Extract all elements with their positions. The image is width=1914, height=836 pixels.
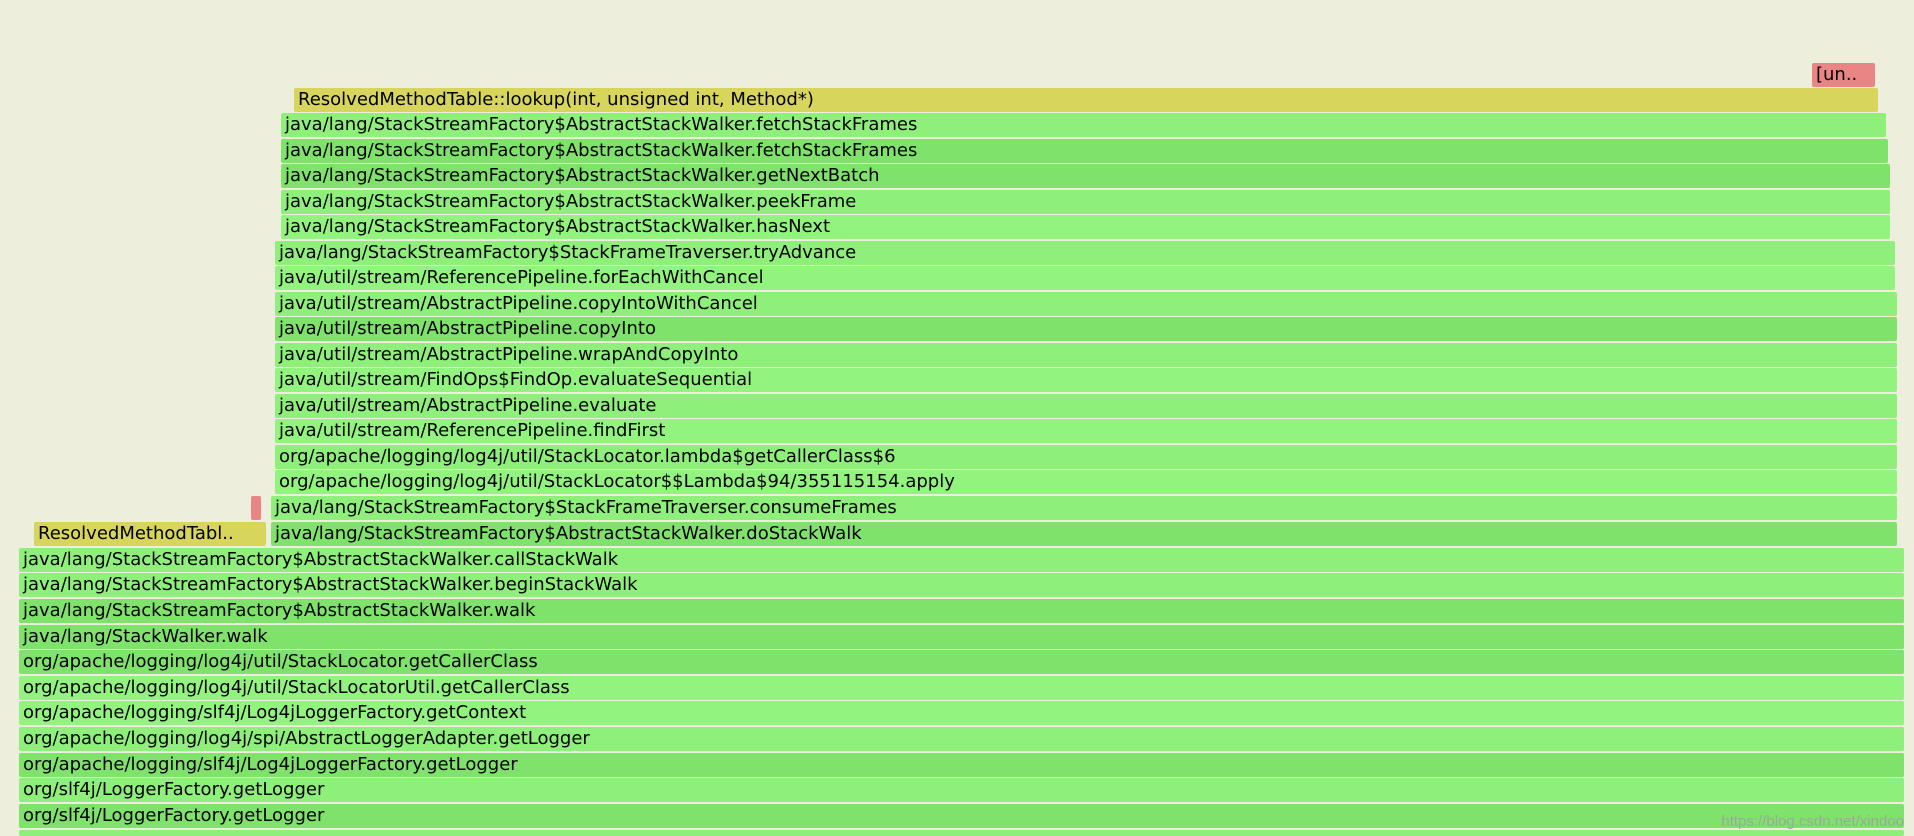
flame-frame[interactable]: org/slf4j/LoggerFactory.getLogger <box>19 778 1904 802</box>
flame-frame[interactable]: java/util/stream/ReferencePipeline.forEa… <box>275 266 1895 290</box>
flame-frame[interactable]: ResolvedMethodTable::lookup(int, unsigne… <box>294 88 1878 112</box>
flame-frame[interactable]: org/slf4j/LoggerFactory.getLogger <box>19 804 1904 828</box>
flame-frame[interactable]: java/lang/StackStreamFactory$AbstractSta… <box>281 190 1890 214</box>
flame-frame[interactable]: java/util/stream/AbstractPipeline.evalua… <box>275 394 1897 418</box>
flame-frame[interactable]: java/lang/StackStreamFactory$AbstractSta… <box>281 113 1886 137</box>
flame-frame[interactable]: java/lang/StackStreamFactory$AbstractSta… <box>19 573 1904 597</box>
flame-frame[interactable] <box>19 830 1904 836</box>
flame-frame[interactable]: java/lang/StackStreamFactory$AbstractSta… <box>271 522 1897 546</box>
flame-frame[interactable]: org/apache/logging/slf4j/Log4jLoggerFact… <box>19 701 1904 725</box>
flame-frame[interactable]: org/apache/logging/log4j/util/StackLocat… <box>19 650 1904 674</box>
flame-frame[interactable]: org/apache/logging/log4j/util/StackLocat… <box>19 676 1904 700</box>
flame-frame[interactable]: java/util/stream/AbstractPipeline.wrapAn… <box>275 343 1897 367</box>
flame-frame[interactable]: java/util/stream/FindOps$FindOp.evaluate… <box>275 368 1897 392</box>
flame-frame[interactable]: java/util/stream/AbstractPipeline.copyIn… <box>275 292 1897 316</box>
flame-frame[interactable]: org/apache/logging/log4j/util/StackLocat… <box>275 470 1897 494</box>
flame-frame[interactable] <box>251 496 261 520</box>
flame-frame[interactable]: java/lang/StackStreamFactory$StackFrameT… <box>271 496 1897 520</box>
flame-frame[interactable]: org/apache/logging/log4j/spi/AbstractLog… <box>19 727 1904 751</box>
flame-frame[interactable]: org/apache/logging/log4j/util/StackLocat… <box>275 445 1897 469</box>
flame-frame[interactable]: java/util/stream/AbstractPipeline.copyIn… <box>275 317 1897 341</box>
flame-frame[interactable]: [un.. <box>1812 63 1875 87</box>
flame-frame[interactable]: java/lang/StackStreamFactory$AbstractSta… <box>281 139 1888 163</box>
flame-frame[interactable]: java/util/stream/ReferencePipeline.findF… <box>275 419 1897 443</box>
flame-frame[interactable]: java/lang/StackStreamFactory$StackFrameT… <box>275 241 1895 265</box>
flame-frame[interactable]: java/lang/StackStreamFactory$AbstractSta… <box>19 548 1904 572</box>
flame-frame[interactable]: java/lang/StackStreamFactory$AbstractSta… <box>281 215 1890 239</box>
flame-frame[interactable]: java/lang/StackWalker.walk <box>19 625 1904 649</box>
flame-frame[interactable]: org/apache/logging/slf4j/Log4jLoggerFact… <box>19 753 1904 777</box>
flame-graph: [un.. ResolvedMethodTable::lookup(int, un… <box>0 0 1914 836</box>
flame-frame[interactable]: ResolvedMethodTabl.. <box>34 522 266 546</box>
flame-frame[interactable]: java/lang/StackStreamFactory$AbstractSta… <box>19 599 1904 623</box>
watermark: https://blog.csdn.net/xindoo <box>1721 813 1904 830</box>
flame-frame[interactable]: java/lang/StackStreamFactory$AbstractSta… <box>281 164 1890 188</box>
